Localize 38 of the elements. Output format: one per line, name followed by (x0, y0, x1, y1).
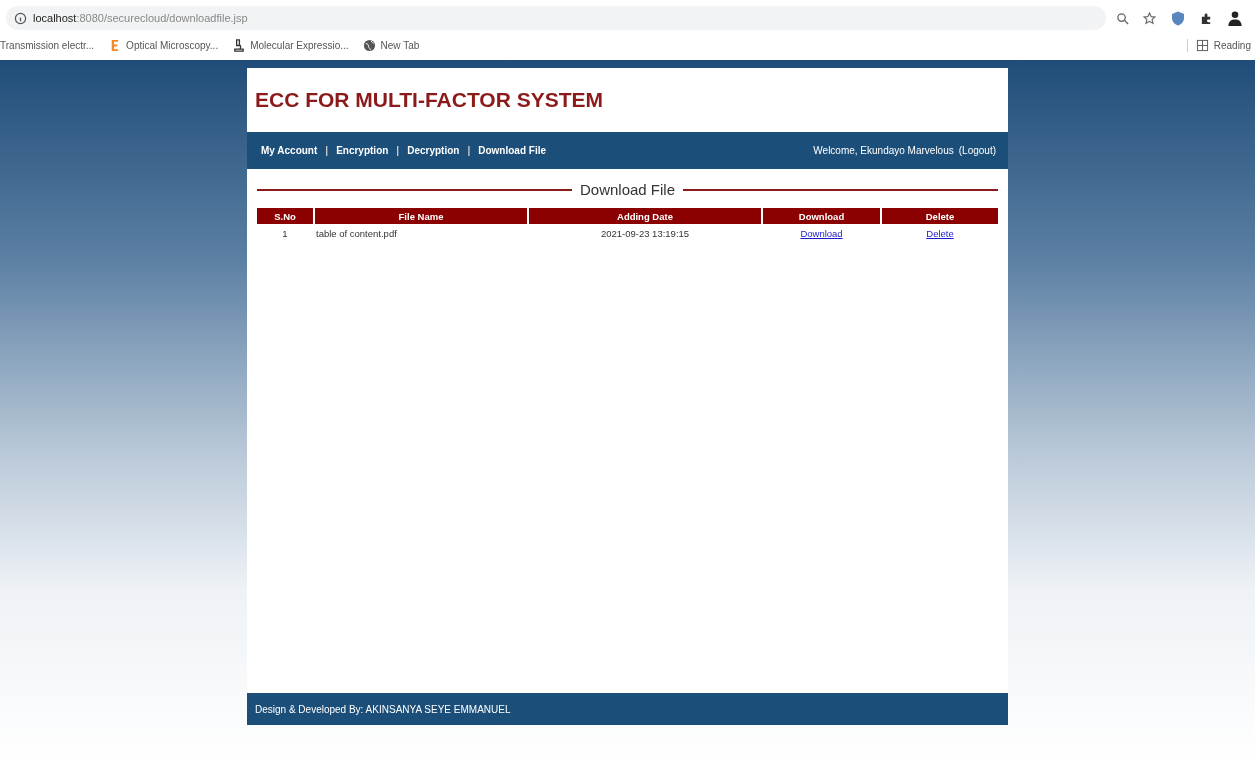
reading-list-button[interactable]: Reading (1186, 38, 1251, 52)
nav-link[interactable]: My Account (261, 145, 318, 156)
address-bar[interactable]: localhost:8080/securecloud/downloadfile.jsp (6, 6, 1106, 30)
nav-separator: | (325, 145, 329, 156)
zoom-icon[interactable] (1116, 11, 1129, 25)
site-title: ECC FOR MULTI-FACTOR SYSTEM (255, 88, 604, 112)
nav-separator: | (396, 145, 400, 156)
logout-link[interactable]: (Logout) (958, 145, 996, 156)
footer-text: Design & Developed By: AKINSANYA SEYE EMMANUEL (255, 703, 511, 715)
avatar-icon[interactable] (1227, 9, 1243, 27)
nav-link[interactable]: Download File (478, 145, 546, 156)
table-cell-text: 1 (281, 226, 289, 241)
shield-icon[interactable] (1170, 9, 1186, 27)
section-title: Download File (580, 181, 676, 198)
table-cell-text: table of content.pdf (315, 226, 398, 241)
grid-icon (1195, 38, 1209, 52)
column-header: Delete (882, 208, 998, 224)
microscope-icon (232, 38, 246, 52)
globe-icon (362, 38, 376, 52)
column-header: File Name (315, 208, 527, 224)
nav-link[interactable]: Encryption (336, 145, 389, 156)
column-header: Adding Date (529, 208, 761, 224)
download-link[interactable]: Download (800, 227, 843, 239)
delete-link[interactable]: Delete (926, 227, 954, 239)
column-header: Download (763, 208, 880, 224)
column-header: S.No (257, 208, 313, 224)
nav-separator: | (467, 145, 471, 156)
info-icon[interactable] (14, 11, 27, 25)
url-text: localhost:8080/securecloud/downloadfile.jsp (33, 12, 248, 24)
bookmark[interactable]: Molecular Expressio... (232, 38, 349, 52)
star-icon[interactable] (1143, 11, 1156, 25)
puzzle-icon[interactable] (1200, 11, 1213, 25)
welcome-text: Welcome, Ekundayo Marvelous (813, 145, 954, 156)
table-cell-text: 2021-09-23 13:19:15 (599, 226, 691, 241)
bookmark[interactable]: Optical Microscopy... (108, 38, 219, 52)
bookmark[interactable]: Transmission electr... (0, 39, 95, 51)
bookmark[interactable]: New Tab (362, 38, 420, 52)
nav-link[interactable]: Decryption (407, 145, 460, 156)
